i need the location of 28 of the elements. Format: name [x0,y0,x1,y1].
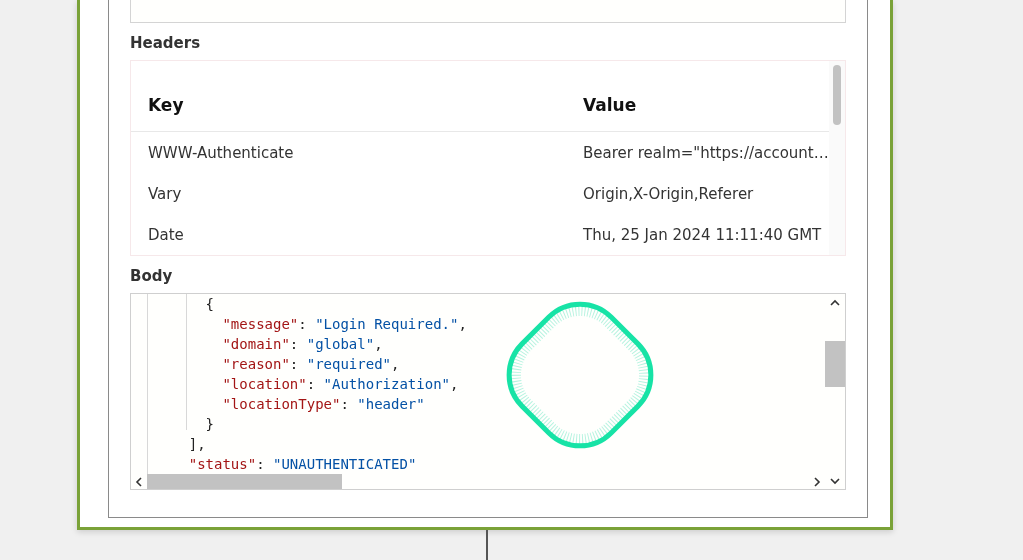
scrollbar[interactable] [828,61,845,255]
connector-line [486,530,488,560]
column-header: Value [583,95,637,115]
code-line: "reason": "required", [221,355,401,374]
code-line: { [204,295,215,314]
code-line: "locationType": "header" [221,395,426,414]
code-line: "message": "Login Required.", [221,315,468,334]
scroll-right-icon[interactable] [811,475,823,488]
table-cell: Origin,X-Origin,Referer [583,184,754,203]
table-cell-text: Date [147,225,185,244]
code-line: "domain": "global", [221,335,384,354]
scrollbar-thumb[interactable] [147,474,342,489]
table-cell: Thu, 25 Jan 2024 11:11:40 GMT [583,225,822,244]
table-cell-text: WWW-Authenticate [147,143,295,162]
code-line: ], [187,435,207,454]
code-editor[interactable]: { "message": "Login Required.", "domain": "global", "reason": "required", "location": "Authorization", "locationType": "header" } ], "status": "UNAUTHENTICATED" [130,293,846,490]
section-label: Body [130,266,174,287]
code-line: } [204,415,215,434]
code-line: "location": "Authorization", [221,375,460,394]
section-label: Headers [130,33,202,54]
table-cell: Bearer realm="https://account… [583,143,829,162]
text-field[interactable] [130,0,846,23]
scroll-down-icon[interactable] [829,475,841,487]
column-header: Key [147,95,185,115]
code-line: "status": "UNAUTHENTICATED" [187,455,418,474]
scrollbar-thumb[interactable] [825,341,845,387]
table-cell-text: Vary [147,184,183,203]
scroll-left-icon[interactable] [133,475,145,488]
